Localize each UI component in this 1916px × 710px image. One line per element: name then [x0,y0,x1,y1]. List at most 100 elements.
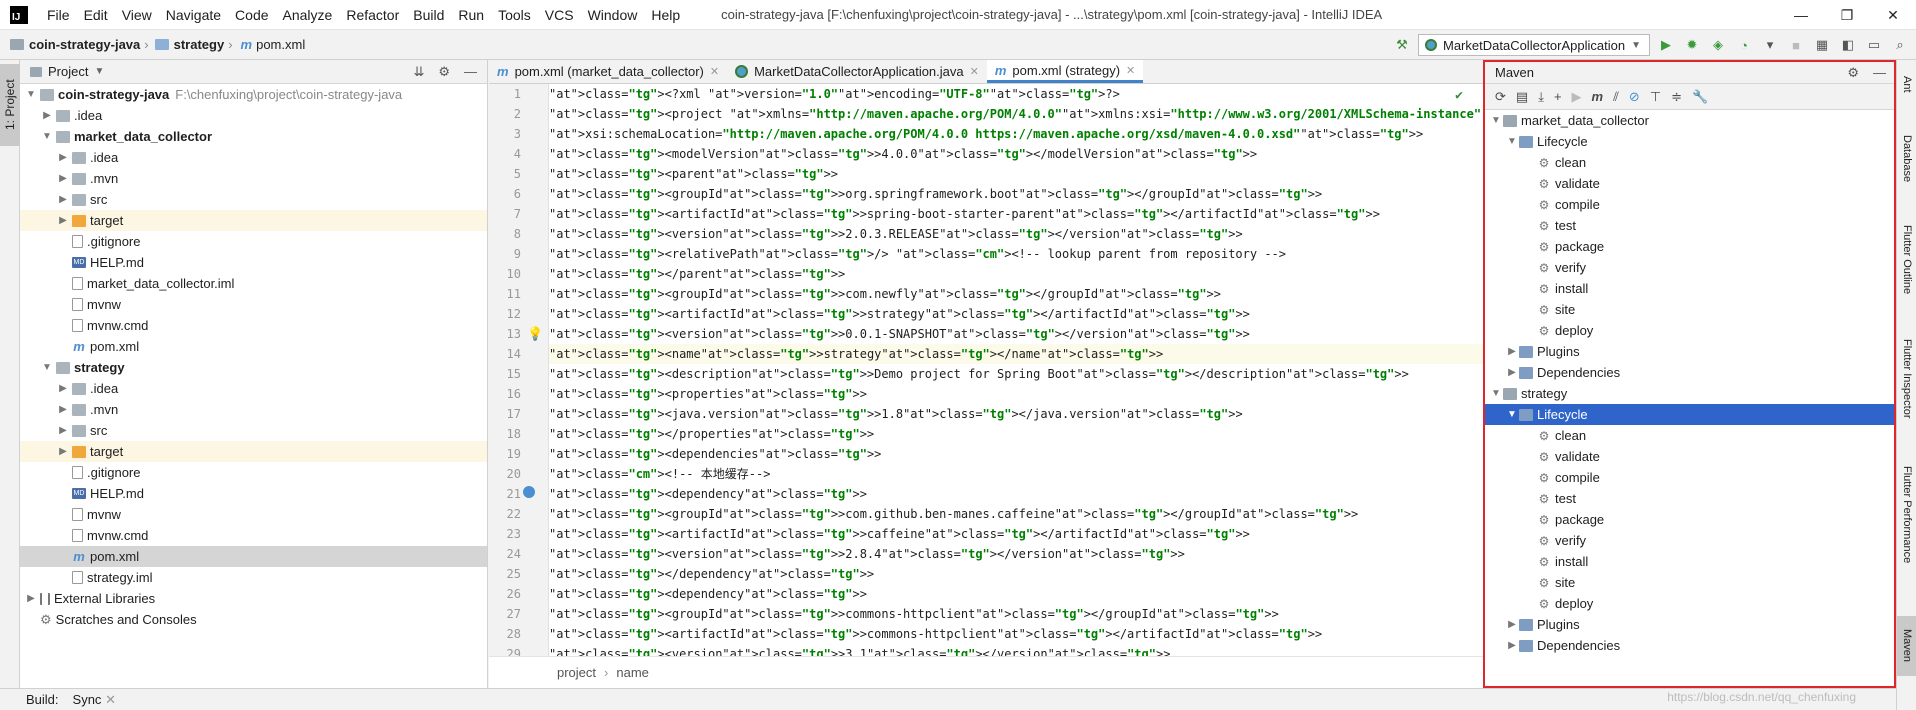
maven-lifecycle-row[interactable]: ▼ Lifecycle [1485,131,1894,152]
tab-pom-strategy[interactable]: m pom.xml (strategy) ✕ [986,60,1144,83]
toggle-offline-icon[interactable]: ⫽ [1613,89,1619,105]
tree-row[interactable]: ▶ .idea [20,378,487,399]
chevron-right-icon[interactable]: ▶ [1505,346,1519,357]
hide-icon[interactable]: — [1873,65,1886,81]
show-dependencies-icon[interactable]: ⊤ [1650,89,1661,105]
close-icon[interactable]: ✕ [710,65,719,78]
chevron-down-icon[interactable]: ▼ [1489,388,1503,399]
hide-icon[interactable]: — [464,64,477,80]
crumb-file[interactable]: pom.xml [256,37,305,52]
chevron-right-icon[interactable]: ▶ [56,215,70,226]
chevron-right-icon[interactable]: ▶ [56,173,70,184]
tree-row[interactable]: mvnw [20,294,487,315]
chevron-down-icon[interactable]: ▼ [1505,409,1519,420]
chevron-down-icon[interactable]: ▼ [94,66,104,77]
maven-goal-row[interactable]: ⚙ test [1485,488,1894,509]
tree-row[interactable]: MD HELP.md [20,252,487,273]
close-button[interactable]: ✕ [1870,0,1916,30]
maven-dependencies-row[interactable]: ▶ Dependencies [1485,635,1894,656]
download-icon[interactable]: ⤓ [1538,89,1544,105]
chevron-right-icon[interactable]: ▶ [40,110,54,121]
reload-icon[interactable]: ⟳ [1495,89,1506,105]
maven-plugins-row[interactable]: ▶ Plugins [1485,614,1894,635]
tree-row[interactable]: ▶ .mvn [20,168,487,189]
chevron-down-icon[interactable]: ▼ [24,89,38,100]
chevron-right-icon[interactable]: ▶ [56,383,70,394]
debug-icon[interactable]: ✹ [1682,35,1702,55]
build-hammer-icon[interactable]: ⚒ [1392,35,1412,55]
chevron-down-icon[interactable]: ▼ [40,362,54,373]
attach-icon[interactable]: ▾ [1760,35,1780,55]
tree-row[interactable]: ▶ .mvn [20,399,487,420]
database-tool-tab[interactable]: Database [1897,124,1916,194]
menu-analyze[interactable]: Analyze [276,7,340,23]
chevron-down-icon[interactable]: ▼ [40,131,54,142]
menu-tools[interactable]: Tools [491,7,538,23]
tree-row[interactable]: ▶ target [20,441,487,462]
tree-row[interactable]: m pom.xml [20,336,487,357]
tree-row[interactable]: ▼ strategy [20,357,487,378]
close-icon[interactable]: ✕ [105,692,116,707]
presentation-icon[interactable]: ▭ [1864,35,1884,55]
lightbulb-icon[interactable]: 💡 [527,326,543,342]
search-icon[interactable]: ⌕ [1890,35,1910,55]
maven-tool-tab[interactable]: Maven [1897,616,1916,676]
tab-pom-market-data-collector[interactable]: m pom.xml (market_data_collector) ✕ [489,60,727,83]
coverage-icon[interactable]: ◈ [1708,35,1728,55]
chevron-down-icon[interactable]: ▼ [1505,136,1519,147]
chevron-right-icon[interactable]: ▶ [1505,640,1519,651]
menu-code[interactable]: Code [228,7,275,23]
menu-file[interactable]: File [40,7,77,23]
run-icon[interactable]: ▶ [1572,89,1582,105]
chevron-right-icon[interactable]: ▶ [1505,367,1519,378]
maven-goal-row[interactable]: ⚙ install [1485,278,1894,299]
generate-sources-icon[interactable]: ▤ [1516,89,1528,105]
maven-project-row[interactable]: ▼ strategy [1485,383,1894,404]
maven-goal-row[interactable]: ⚙ package [1485,236,1894,257]
chevron-right-icon[interactable]: ▶ [56,404,70,415]
gear-icon[interactable]: ⚙ [438,64,450,80]
maven-dependencies-row[interactable]: ▶ Dependencies [1485,362,1894,383]
tree-row[interactable]: ▶ .idea [20,147,487,168]
crumb-name-tag[interactable]: name [616,665,649,680]
sync-tab[interactable]: Sync ✕ [73,692,116,708]
maven-goal-row[interactable]: ⚙ test [1485,215,1894,236]
flutter-performance-tool-tab[interactable]: Flutter Performance [1897,450,1916,580]
menu-build[interactable]: Build [406,7,451,23]
project-panel-title[interactable]: Project [48,64,88,79]
minimize-button[interactable]: — [1778,0,1824,30]
skip-tests-icon[interactable]: ⊘ [1629,89,1640,105]
tree-row[interactable]: ▶ target [20,210,487,231]
maven-goal-row[interactable]: ⚙ site [1485,572,1894,593]
ant-tool-tab[interactable]: Ant [1897,64,1916,104]
dependency-gutter-icon[interactable] [523,486,535,498]
chevron-down-icon[interactable]: ▼ [1489,115,1503,126]
maven-goal-row[interactable]: ⚙ deploy [1485,593,1894,614]
flutter-outline-tool-tab[interactable]: Flutter Outline [1897,210,1916,310]
maven-project-row[interactable]: ▼ market_data_collector [1485,110,1894,131]
sdk-icon[interactable]: ◧ [1838,35,1858,55]
maven-lifecycle-row-selected[interactable]: ▼ Lifecycle [1485,404,1894,425]
tree-row[interactable]: strategy.iml [20,567,487,588]
maven-plugins-row[interactable]: ▶ Plugins [1485,341,1894,362]
maven-goal-row[interactable]: ⚙ verify [1485,257,1894,278]
maven-goal-row[interactable]: ⚙ verify [1485,530,1894,551]
project-tool-tab[interactable]: 1: Project [0,64,20,146]
tree-row[interactable]: MD HELP.md [20,483,487,504]
stop-icon[interactable]: ■ [1786,35,1806,55]
profile-icon[interactable]: ◔ [1734,35,1754,55]
chevron-right-icon[interactable]: ▶ [56,152,70,163]
build-tab-label[interactable]: Build: [26,692,59,707]
maven-goal-row[interactable]: ⚙ deploy [1485,320,1894,341]
menu-view[interactable]: View [115,7,159,23]
tree-row-selected[interactable]: m pom.xml [20,546,487,567]
maven-goal-row[interactable]: ⚙ validate [1485,446,1894,467]
menu-refactor[interactable]: Refactor [339,7,406,23]
tree-row[interactable]: market_data_collector.iml [20,273,487,294]
maven-goal-row[interactable]: ⚙ clean [1485,152,1894,173]
tree-row[interactable]: mvnw.cmd [20,315,487,336]
chevron-right-icon[interactable]: ▶ [56,194,70,205]
close-icon[interactable]: ✕ [970,65,979,78]
tree-row[interactable]: ▶ .idea [20,105,487,126]
menu-edit[interactable]: Edit [77,7,115,23]
